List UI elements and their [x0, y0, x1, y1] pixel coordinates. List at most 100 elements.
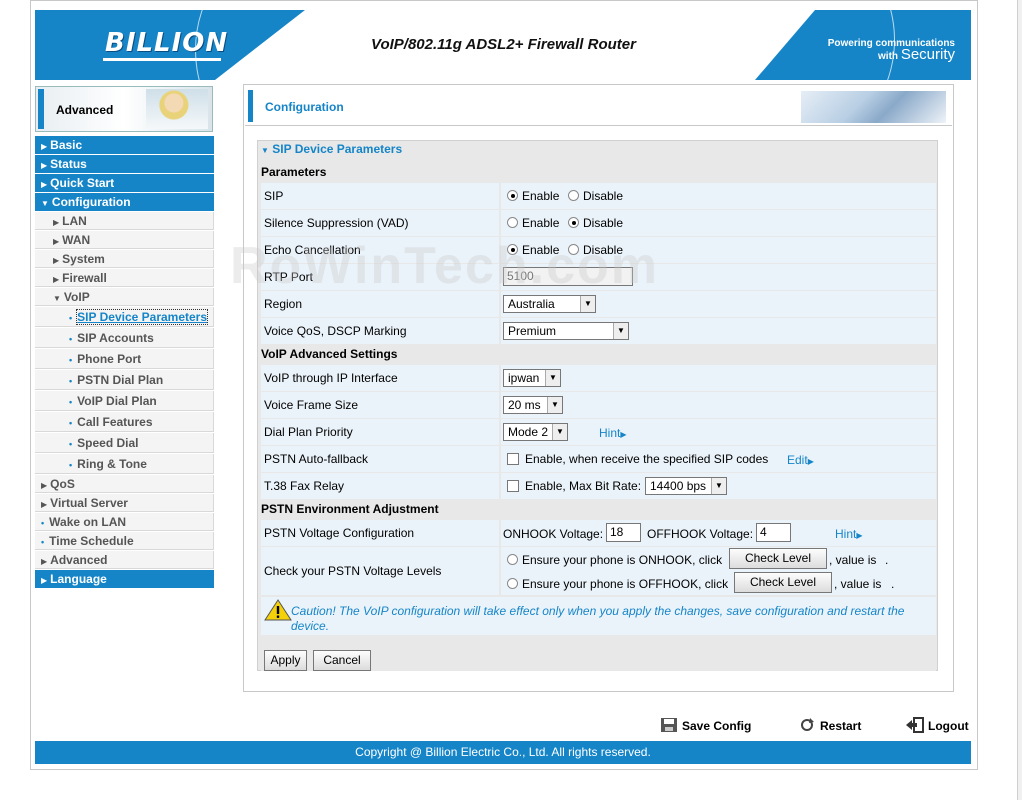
arrow-right-icon: ▶ — [41, 576, 48, 585]
voltage-hint-link[interactable]: Hint▶ — [835, 527, 863, 541]
product-title: VoIP/802.11g ADSL2+ Firewall Router — [371, 36, 636, 53]
logo-underline — [103, 58, 221, 61]
row-fax-relay: T.38 Fax Relay Enable, Max Bit Rate: 144… — [261, 473, 936, 499]
sidebar-item-wan[interactable]: ▶ WAN — [35, 231, 214, 249]
apply-button[interactable]: Apply — [264, 650, 307, 671]
region-select[interactable]: Australia ▼ — [503, 295, 596, 313]
sidebar-item-qos[interactable]: ▶ QoS — [35, 475, 214, 493]
sip-disable-option[interactable]: Disable — [568, 189, 623, 203]
sidebar-item-quick-start[interactable]: ▶ Quick Start — [35, 174, 214, 192]
ip-interface-value-cell: ipwan ▼ — [501, 365, 936, 391]
pstn-fallback-edit-link[interactable]: Edit▶ — [787, 453, 814, 467]
check-level-offhook-button[interactable]: Check Level — [734, 572, 832, 593]
radio-button[interactable] — [507, 190, 518, 201]
frame-size-select[interactable]: 20 ms ▼ — [503, 396, 563, 414]
sidebar-item-firewall[interactable]: ▶ Firewall — [35, 269, 214, 287]
arrow-right-icon: ▶ — [620, 430, 627, 439]
sidebar-item-configuration[interactable]: ▼ Configuration — [35, 193, 214, 211]
sidebar-item-sip-accounts[interactable]: • SIP Accounts — [35, 328, 214, 348]
tagline-security: Security — [900, 46, 955, 63]
echo-disable-option[interactable]: Disable — [568, 243, 623, 257]
radio-button[interactable] — [568, 244, 579, 255]
sidebar-item-time-schedule[interactable]: • Time Schedule — [35, 532, 214, 550]
radio-button[interactable] — [568, 190, 579, 201]
sidebar-item-call-features[interactable]: • Call Features — [35, 412, 214, 432]
rtp-port-input[interactable]: 5100 — [503, 267, 633, 286]
arrow-right-icon: ▶ — [53, 275, 60, 284]
chevron-down-icon[interactable]: ▼ — [552, 424, 567, 440]
ip-interface-select[interactable]: ipwan ▼ — [503, 369, 561, 387]
chevron-down-icon[interactable]: ▼ — [711, 478, 726, 494]
warning-icon — [264, 599, 292, 621]
voice-qos-select[interactable]: Premium ▼ — [503, 322, 629, 340]
section-title: ▼ SIP Device Parameters — [261, 142, 402, 156]
voice-qos-selected-value: Premium — [508, 324, 557, 338]
sidebar-item-pstn-dial-plan[interactable]: • PSTN Dial Plan — [35, 370, 214, 390]
chevron-down-icon[interactable]: ▼ — [547, 397, 562, 413]
onhook-check-option[interactable]: Ensure your phone is ONHOOK, click — [507, 553, 722, 567]
sidebar-item-language[interactable]: ▶ Language — [35, 570, 214, 588]
fax-relay-text: Enable, Max Bit Rate: — [525, 479, 642, 493]
window-scrollbar[interactable] — [1017, 0, 1022, 800]
restart-label: Restart — [820, 719, 862, 733]
sidebar-item-label: Virtual Server — [50, 496, 128, 510]
sidebar-item-label: LAN — [62, 214, 87, 228]
sidebar-item-virtual-server[interactable]: ▶ Virtual Server — [35, 494, 214, 512]
fax-bitrate-select[interactable]: 14400 bps ▼ — [645, 477, 727, 495]
radio-button[interactable] — [568, 217, 579, 228]
vad-disable-option[interactable]: Disable — [568, 216, 623, 230]
offhook-voltage-input[interactable]: 4 — [756, 523, 791, 542]
sip-enable-option[interactable]: Enable — [507, 189, 559, 203]
sidebar-item-system[interactable]: ▶ System — [35, 250, 214, 268]
onhook-voltage-input[interactable]: 18 — [606, 523, 641, 542]
cancel-button[interactable]: Cancel — [313, 650, 371, 671]
sip-options: Enable Disable — [501, 183, 936, 209]
radio-button[interactable] — [507, 217, 518, 228]
sidebar-item-sip-device-parameters[interactable]: • SIP Device Parameters — [35, 307, 214, 327]
page-title-bar: Configuration — [245, 86, 952, 126]
option-label: Enable — [522, 189, 560, 203]
sidebar-item-speed-dial[interactable]: • Speed Dial — [35, 433, 214, 453]
check-level-onhook-button[interactable]: Check Level — [729, 548, 827, 569]
chevron-down-icon[interactable]: ▼ — [545, 370, 560, 386]
sidebar-item-voip-dial-plan[interactable]: • VoIP Dial Plan — [35, 391, 214, 411]
offhook-check-option[interactable]: Ensure your phone is OFFHOOK, click — [507, 577, 728, 591]
sidebar-item-lan[interactable]: ▶ LAN — [35, 212, 214, 230]
chevron-down-icon[interactable]: ▼ — [580, 296, 595, 312]
sidebar-item-status[interactable]: ▶ Status — [35, 155, 214, 173]
dial-plan-priority-select[interactable]: Mode 2 ▼ — [503, 423, 568, 441]
arrow-right-icon: ▶ — [41, 180, 48, 189]
fax-relay-checkbox[interactable] — [507, 480, 519, 492]
restart-link[interactable]: Restart — [798, 717, 861, 733]
row-pstn-fallback: PSTN Auto-fallback Enable, when receive … — [261, 446, 936, 472]
sidebar-item-basic[interactable]: ▶ Basic — [35, 136, 214, 154]
sidebar-item-advanced[interactable]: ▶ Advanced — [35, 551, 214, 569]
radio-button[interactable] — [507, 578, 518, 589]
sidebar-item-wake-on-lan[interactable]: • Wake on LAN — [35, 513, 214, 531]
sidebar-item-phone-port[interactable]: • Phone Port — [35, 349, 214, 369]
region-value-cell: Australia ▼ — [501, 291, 936, 317]
chevron-down-icon[interactable]: ▼ — [613, 323, 628, 339]
ip-interface-label: VoIP through IP Interface — [261, 365, 499, 391]
row-echo: Echo Cancellation Enable Disable — [261, 237, 936, 263]
dial-plan-priority-value-cell: Mode 2 ▼ Hint▶ — [501, 419, 936, 445]
fax-bitrate-selected-value: 14400 bps — [650, 479, 707, 493]
vad-enable-option[interactable]: Enable — [507, 216, 559, 230]
vad-label: Silence Suppression (VAD) — [261, 210, 499, 236]
pstn-fallback-checkbox[interactable] — [507, 453, 519, 465]
save-config-link[interactable]: Save Config — [660, 717, 751, 733]
advanced-accent-bar — [38, 89, 44, 129]
sidebar-item-label: Firewall — [62, 271, 107, 285]
advanced-label: Advanced — [56, 103, 114, 117]
radio-button[interactable] — [507, 554, 518, 565]
radio-button[interactable] — [507, 244, 518, 255]
echo-enable-option[interactable]: Enable — [507, 243, 559, 257]
frame-size-selected-value: 20 ms — [508, 398, 541, 412]
logout-icon — [906, 717, 924, 733]
sidebar-item-ring-tone[interactable]: • Ring & Tone — [35, 454, 214, 474]
logout-link[interactable]: Logout — [905, 717, 969, 733]
dial-plan-hint-link[interactable]: Hint▶ — [599, 426, 627, 440]
offhook-check-text: Ensure your phone is OFFHOOK, click — [522, 577, 729, 591]
sidebar-item-voip[interactable]: ▼ VoIP — [35, 288, 214, 306]
region-label: Region — [261, 291, 499, 317]
